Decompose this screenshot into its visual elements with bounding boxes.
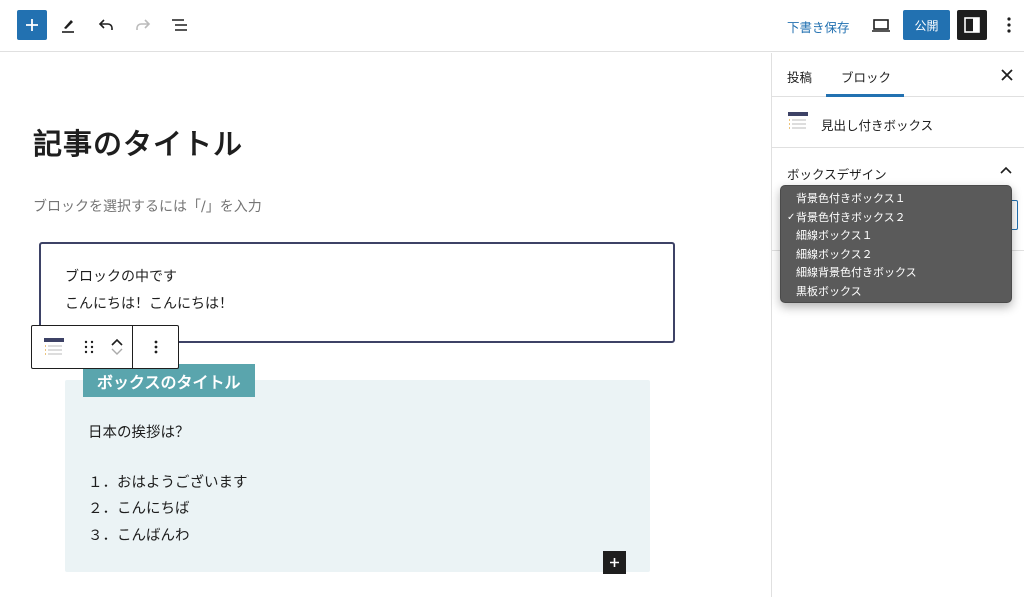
pencil-icon [62,20,74,33]
editor-canvas: 記事のタイトル ブロックを選択するには「/」を入力 ブロックの中です こんにちは… [0,53,771,597]
top-toolbar: 下書き保存 公開 [0,0,1024,52]
drag-handle-icon [84,340,94,354]
box-text-line: １．おはようございます [88,475,248,491]
plus-icon [610,558,619,567]
close-sidebar-button[interactable] [997,65,1017,85]
publish-button[interactable]: 公開 [903,10,950,40]
post-title[interactable]: 記事のタイトル [33,121,243,163]
plus-icon [26,19,38,31]
drag-handle[interactable] [76,326,102,368]
heading-box-icon [44,338,64,355]
sidebar-settings-icon [964,17,980,33]
option-label: 細線ボックス１ [796,229,873,242]
move-buttons [102,326,132,368]
block-card-title: 見出し付きボックス [821,118,934,133]
dropdown-option[interactable]: 細線ボックス２ [781,246,1011,265]
dropdown-option-selected[interactable]: ✓ 背景色付きボックス２ [781,209,1011,228]
redo-button[interactable] [130,12,156,38]
chevron-down-icon[interactable] [110,347,124,357]
redo-icon [136,19,151,30]
settings-sidebar: 投稿 ブロック 見出し付きボックス ボックスデザイン [771,53,1024,597]
tab-post[interactable]: 投稿 [787,67,812,86]
option-label: 細線ボックス２ [796,247,873,261]
check-icon: ✓ [787,211,796,223]
dropdown-option[interactable]: 背景色付きボックス１ [781,190,1011,209]
list-view-icon [172,19,187,31]
undo-button[interactable] [93,12,119,38]
option-label: 背景色付きボックス１ [796,192,906,205]
dropdown-option[interactable]: 細線背景色付きボックス [781,264,1011,283]
dropdown-option[interactable]: 黒板ボックス [781,283,1011,302]
box-text-line: ３．こんばんわ [88,528,190,544]
block-appender-placeholder[interactable]: ブロックを選択するには「/」を入力 [33,196,262,216]
inner-add-block-button[interactable] [603,551,626,574]
paragraph-line: こんにちは！こんにちは！ [65,296,233,312]
tools-button[interactable] [55,12,81,38]
add-block-button[interactable] [17,10,47,40]
chevron-up-icon[interactable] [998,163,1014,179]
options-button[interactable] [996,12,1022,38]
block-card: 見出し付きボックス [772,97,1024,148]
preview-button[interactable] [868,12,894,38]
sidebar-tabs: 投稿 ブロック [772,53,1024,97]
desktop-preview-icon [872,19,890,32]
chevron-up-icon[interactable] [110,337,124,347]
close-icon [1001,69,1013,81]
more-vertical-icon [154,340,157,354]
option-label: 背景色付きボックス２ [796,210,906,224]
heading-box-icon [788,112,808,129]
block-toolbar [31,325,179,369]
block-type-button[interactable] [32,326,76,368]
tab-block[interactable]: ブロック [841,67,891,86]
save-draft-button[interactable]: 下書き保存 [787,17,850,36]
settings-toggle-button[interactable] [957,10,987,40]
box-text-line: ２．こんにちば [88,501,190,517]
dropdown-option[interactable]: 細線ボックス１ [781,227,1011,246]
more-vertical-icon [1007,17,1011,33]
paragraph-line: ブロックの中です [65,269,177,285]
block-options-button[interactable] [133,326,178,368]
undo-icon [98,19,113,30]
option-label: 細線背景色付きボックス [796,266,917,279]
box-text-line: 日本の挨拶は？ [88,425,190,441]
option-label: 黒板ボックス [796,284,862,298]
panel-title[interactable]: ボックスデザイン [787,164,887,183]
heading-box-block[interactable]: 日本の挨拶は？ １．おはようございます ２．こんにちば ３．こんばんわ [65,380,650,572]
list-view-button[interactable] [167,12,193,38]
box-design-dropdown: 背景色付きボックス１ ✓ 背景色付きボックス２ 細線ボックス１ 細線ボックス２ 細… [780,185,1012,303]
